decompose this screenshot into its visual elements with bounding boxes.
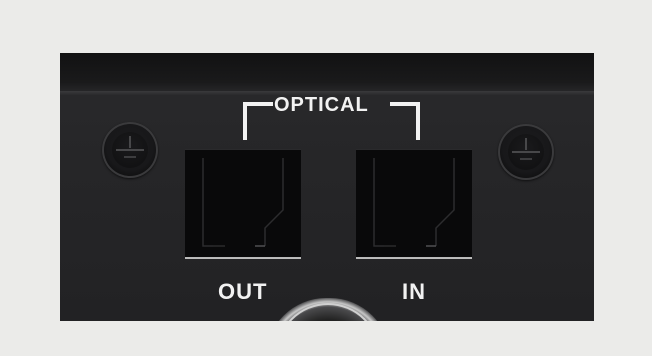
connector-clip: [60, 53, 594, 321]
photo-frame: OPTICAL OUT IN: [0, 0, 652, 356]
